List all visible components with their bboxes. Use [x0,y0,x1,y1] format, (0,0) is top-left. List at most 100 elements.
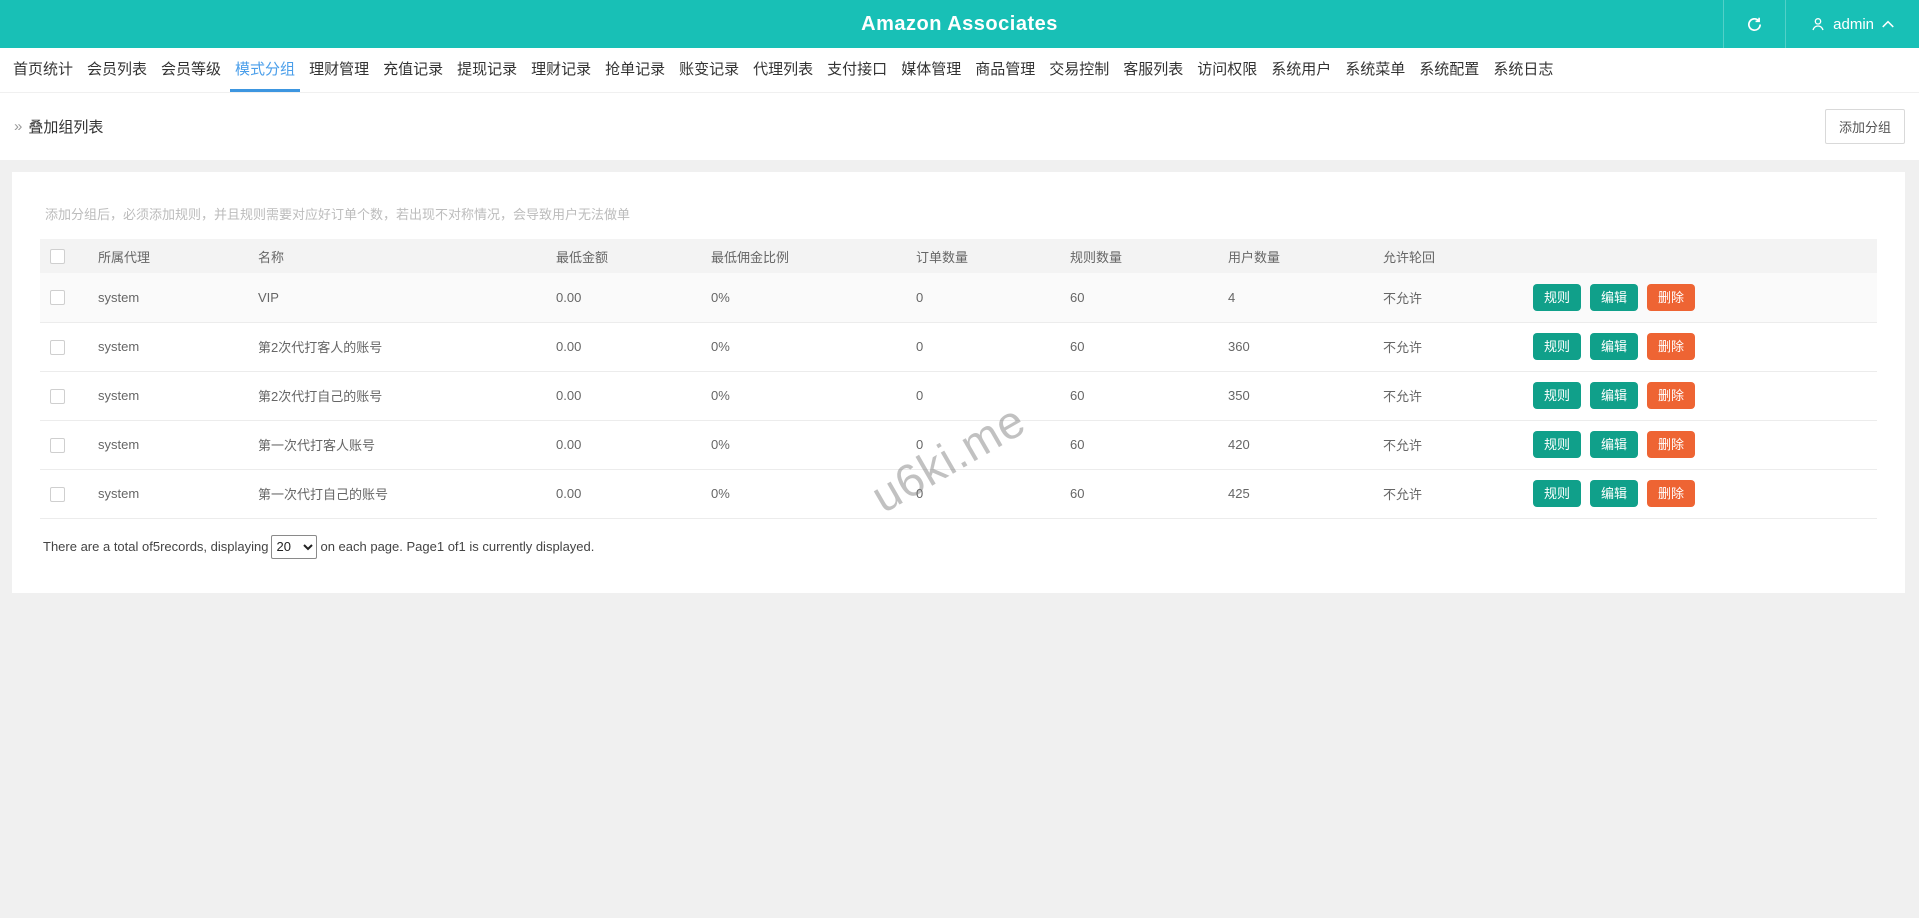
rule-button[interactable]: 规则 [1533,431,1581,458]
nav-item[interactable]: 媒体管理 [896,48,966,92]
refresh-button[interactable] [1723,0,1785,48]
cell-name: VIP [252,273,550,322]
cell-agent: system [92,371,252,420]
cell-min-commission: 0% [705,273,910,322]
breadcrumb-bar: » 叠加组列表 添加分组 [0,93,1919,160]
nav-item[interactable]: 系统配置 [1414,48,1484,92]
cell-name: 第一次代打客人账号 [252,420,550,469]
edit-button[interactable]: 编辑 [1590,284,1638,311]
nav-item[interactable]: 代理列表 [748,48,818,92]
chevron-up-icon [1881,19,1895,29]
app-title: Amazon Associates [0,13,1919,36]
row-actions: 规则 编辑 删除 [1533,284,1871,311]
row-checkbox[interactable] [50,438,65,453]
app-header: Amazon Associates admin [0,0,1919,48]
rule-button[interactable]: 规则 [1533,333,1581,360]
table-body: system VIP 0.00 0% 0 60 4 不允许 规则 编辑 删除 s… [40,273,1877,518]
nav-item[interactable]: 系统用户 [1266,48,1336,92]
nav-item[interactable]: 理财记录 [526,48,596,92]
cell-orders: 0 [910,322,1064,371]
page-size-select[interactable]: 20 [271,535,317,559]
row-actions: 规则 编辑 删除 [1533,333,1871,360]
nav-item[interactable]: 账变记录 [674,48,744,92]
cell-min-commission: 0% [705,420,910,469]
add-group-button[interactable]: 添加分组 [1825,109,1905,144]
nav-item[interactable]: 商品管理 [970,48,1040,92]
table-row: system 第2次代打客人的账号 0.00 0% 0 60 360 不允许 规… [40,322,1877,371]
nav-item[interactable]: 系统日志 [1488,48,1558,92]
cell-loop: 不允许 [1377,273,1527,322]
user-menu[interactable]: admin [1785,0,1919,48]
groups-table: 所属代理名称最低金额最低佣金比例订单数量规则数量用户数量允许轮回 system … [40,239,1877,519]
nav-item[interactable]: 支付接口 [822,48,892,92]
nav-item[interactable]: 访问权限 [1192,48,1262,92]
cell-orders: 0 [910,420,1064,469]
column-header: 最低金额 [550,239,705,273]
cell-agent: system [92,322,252,371]
user-icon [1810,16,1826,32]
edit-button[interactable]: 编辑 [1590,480,1638,507]
delete-button[interactable]: 删除 [1647,284,1695,311]
delete-button[interactable]: 删除 [1647,480,1695,507]
row-checkbox[interactable] [50,487,65,502]
nav-item[interactable]: 理财管理 [304,48,374,92]
delete-button[interactable]: 删除 [1647,333,1695,360]
nav-item[interactable]: 系统菜单 [1340,48,1410,92]
row-checkbox[interactable] [50,340,65,355]
nav-bar: 首页统计会员列表会员等级模式分组理财管理充值记录提现记录理财记录抢单记录账变记录… [0,48,1919,93]
select-all-checkbox[interactable] [50,249,65,264]
nav-item[interactable]: 会员列表 [82,48,152,92]
row-checkbox[interactable] [50,389,65,404]
cell-loop: 不允许 [1377,371,1527,420]
nav-item[interactable]: 模式分组 [230,48,300,92]
nav-item[interactable]: 交易控制 [1044,48,1114,92]
delete-button[interactable]: 删除 [1647,382,1695,409]
cell-rules: 60 [1064,420,1222,469]
cell-users: 420 [1222,420,1377,469]
nav-item[interactable]: 提现记录 [452,48,522,92]
cell-rules: 60 [1064,322,1222,371]
row-actions: 规则 编辑 删除 [1533,431,1871,458]
cell-users: 350 [1222,371,1377,420]
delete-button[interactable]: 删除 [1647,431,1695,458]
column-header: 订单数量 [910,239,1064,273]
cell-min-commission: 0% [705,322,910,371]
nav-item[interactable]: 抢单记录 [600,48,670,92]
table-header-row: 所属代理名称最低金额最低佣金比例订单数量规则数量用户数量允许轮回 [40,239,1877,273]
cell-rules: 60 [1064,469,1222,518]
nav-item[interactable]: 充值记录 [378,48,448,92]
breadcrumb: » 叠加组列表 [14,116,103,137]
column-header [1527,239,1877,273]
rule-button[interactable]: 规则 [1533,480,1581,507]
nav-item[interactable]: 会员等级 [156,48,226,92]
cell-users: 4 [1222,273,1377,322]
table-row: system 第一次代打自己的账号 0.00 0% 0 60 425 不允许 规… [40,469,1877,518]
edit-button[interactable]: 编辑 [1590,431,1638,458]
cell-loop: 不允许 [1377,322,1527,371]
rule-button[interactable]: 规则 [1533,284,1581,311]
cell-agent: system [92,273,252,322]
breadcrumb-arrow-icon: » [14,118,22,135]
column-header: 允许轮回 [1377,239,1527,273]
cell-min-amount: 0.00 [550,273,705,322]
cell-agent: system [92,420,252,469]
table-row: system VIP 0.00 0% 0 60 4 不允许 规则 编辑 删除 [40,273,1877,322]
cell-name: 第2次代打客人的账号 [252,322,550,371]
pagination-total: 5 [153,539,160,554]
edit-button[interactable]: 编辑 [1590,382,1638,409]
cell-name: 第2次代打自己的账号 [252,371,550,420]
row-checkbox[interactable] [50,290,65,305]
nav-item[interactable]: 客服列表 [1118,48,1188,92]
edit-button[interactable]: 编辑 [1590,333,1638,360]
column-header: 规则数量 [1064,239,1222,273]
pagination-text-before: There are a total of [43,539,153,554]
column-header: 名称 [252,239,550,273]
cell-orders: 0 [910,273,1064,322]
cell-min-commission: 0% [705,371,910,420]
cell-min-amount: 0.00 [550,371,705,420]
nav-item[interactable]: 首页统计 [8,48,78,92]
rule-button[interactable]: 规则 [1533,382,1581,409]
column-header: 所属代理 [92,239,252,273]
cell-rules: 60 [1064,371,1222,420]
cell-name: 第一次代打自己的账号 [252,469,550,518]
